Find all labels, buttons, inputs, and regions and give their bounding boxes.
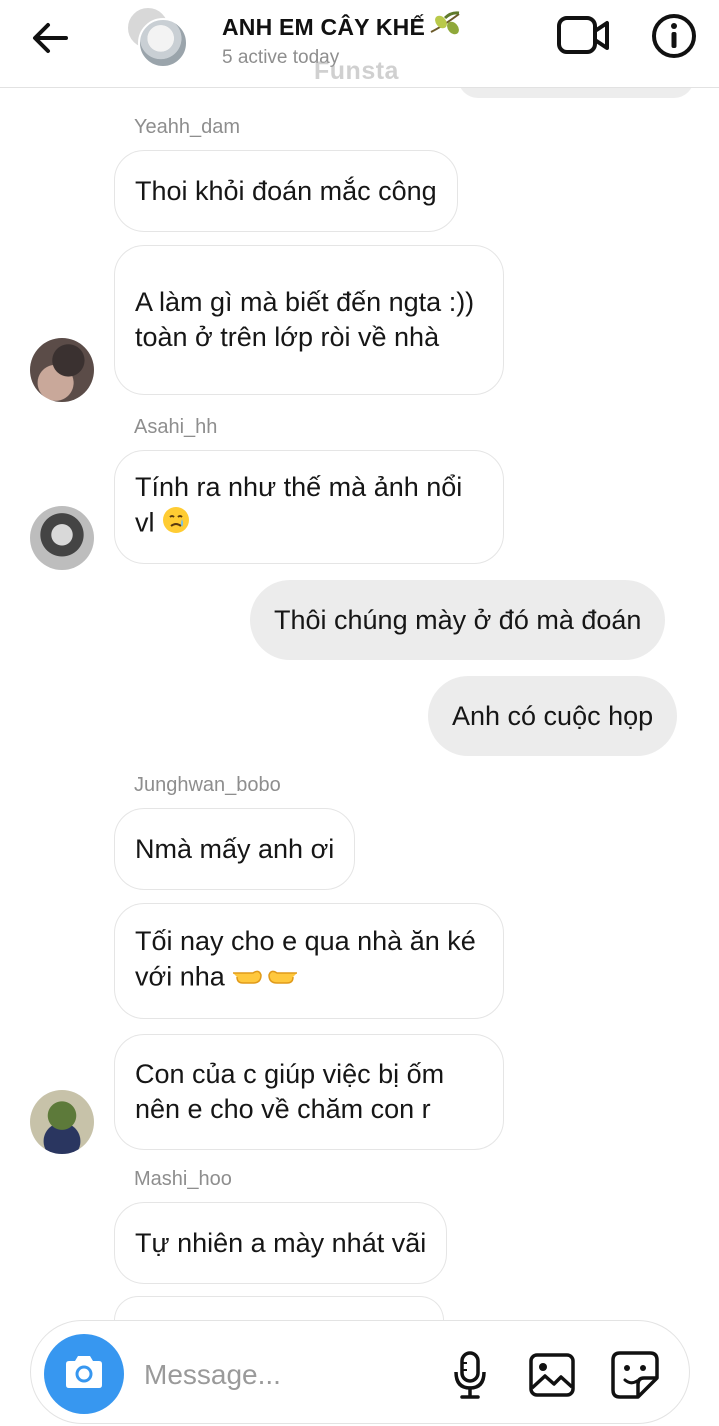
message-text: Thoi khỏi đoán mắc công [135, 175, 437, 206]
chat-title[interactable]: ANH EM CÂY KHẾ [222, 10, 463, 44]
microphone-icon[interactable] [450, 1350, 490, 1400]
message-text: Tự nhiên a mày nhát vãi [135, 1227, 427, 1258]
sender-name: Junghwan_bobo [134, 774, 281, 796]
incoming-message[interactable]: Tính ra như thế mà ảnh nổi vl [114, 450, 504, 564]
incoming-message[interactable]: Nmà mấy anh ơi [114, 808, 356, 890]
message-text: Tính ra như thế mà ảnh nổi vl [135, 470, 483, 544]
sender-name: Yeahh_dam [134, 116, 241, 138]
message-text: Nmà mấy anh ơi [135, 833, 335, 864]
back-arrow-icon[interactable] [28, 18, 72, 58]
incoming-message[interactable]: Tối nay cho e qua nhà ăn ké với nha [114, 903, 504, 1019]
image-gallery-icon[interactable] [528, 1352, 576, 1398]
message-input[interactable] [144, 1352, 434, 1398]
incoming-message[interactable]: A làm gì mà biết đến ngta :)) toàn ở trê… [114, 245, 504, 395]
avatar[interactable] [30, 506, 94, 570]
sticker-icon[interactable] [610, 1350, 660, 1400]
message-text: A làm gì mà biết đến ngta :)) toàn ở trê… [135, 287, 475, 352]
message-text: Thôi chúng mày ở đó mà đoán [274, 604, 642, 635]
camera-icon [62, 1354, 106, 1395]
info-icon[interactable] [650, 12, 698, 60]
camera-button[interactable] [44, 1334, 124, 1414]
message-text: Con của c giúp việc bị ốm nên e cho về c… [135, 1059, 445, 1124]
watermark: Funsta [314, 57, 399, 85]
group-avatar[interactable] [126, 6, 190, 70]
face-holding-back-tears-emoji-icon [161, 505, 191, 544]
outgoing-message[interactable]: Thôi chúng mày ở đó mà đoán [250, 580, 666, 660]
incoming-message[interactable]: Tự nhiên a mày nhát vãi [114, 1202, 448, 1284]
sender-name: Mashi_hoo [134, 1168, 232, 1190]
partial-message-bubble [114, 1296, 444, 1320]
outgoing-message[interactable]: Anh có cuộc họp [428, 676, 678, 756]
chat-header: ANH EM CÂY KHẾ 5 active today Funsta [0, 0, 719, 88]
message-text: Tối nay cho e qua nhà ăn ké với nha [135, 924, 483, 998]
chat-title-text: ANH EM CÂY KHẾ [222, 14, 426, 40]
olive-emoji-icon [429, 10, 463, 44]
sender-name: Asahi_hh [134, 416, 218, 438]
pointing-fingers-emoji-icon [231, 959, 299, 998]
video-camera-icon[interactable] [556, 14, 610, 58]
message-text: Anh có cuộc họp [452, 700, 654, 731]
avatar[interactable] [30, 338, 94, 402]
incoming-message[interactable]: Thoi khỏi đoán mắc công [114, 150, 458, 232]
avatar[interactable] [30, 1090, 94, 1154]
incoming-message[interactable]: Con của c giúp việc bị ốm nên e cho về c… [114, 1034, 504, 1150]
